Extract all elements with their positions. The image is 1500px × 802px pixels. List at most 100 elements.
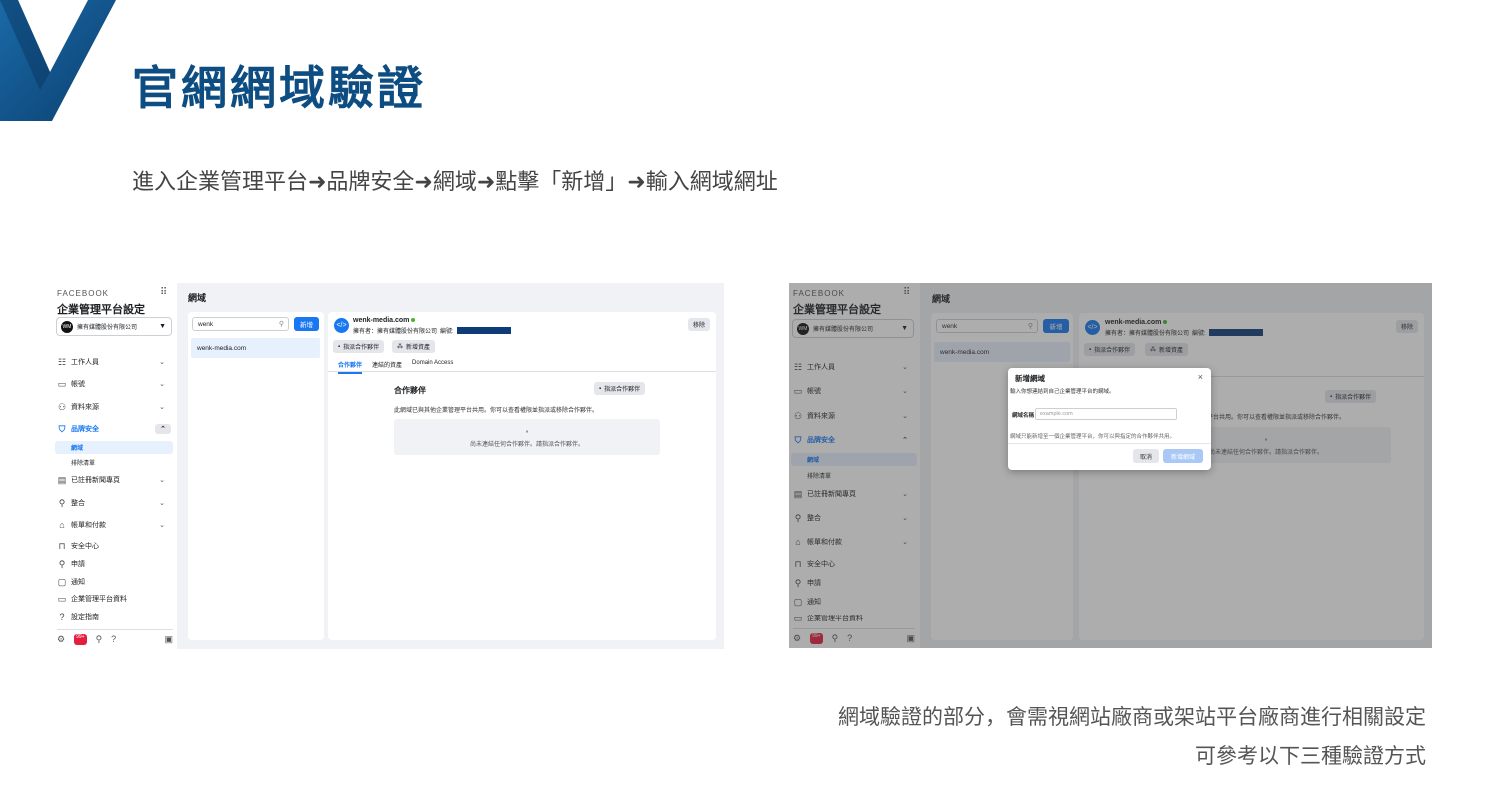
chevron-down-icon: ⌄	[159, 500, 165, 507]
chevron-down-icon: ⌄	[159, 381, 165, 388]
sidebar-item-label: 資料來源	[71, 404, 99, 411]
sidebar-item-label: 申請	[71, 561, 85, 568]
lock-icon: ⊓	[58, 540, 66, 551]
chevron-down-icon: ⌄	[159, 359, 165, 366]
briefcase-icon: ▪	[338, 343, 341, 350]
search-icon[interactable]: ⚲	[96, 634, 103, 645]
collapse-icon[interactable]: ▣	[164, 634, 173, 645]
partners-section-title: 合作夥伴	[394, 386, 426, 395]
owner-label: 擁有者：擁有媒體股份有限公司	[353, 329, 438, 335]
sidebar-sub-block-lists[interactable]: 排除清單	[55, 456, 173, 469]
user-add-icon: ⚲	[58, 558, 66, 569]
assign-partner-button[interactable]: ▪ 指派合作夥伴	[333, 340, 385, 353]
account-name: 擁有媒體股份有限公司	[77, 325, 138, 331]
empty-partners-box: ▪ 尚未連結任何合作夥伴。請指派合作夥伴。	[394, 419, 660, 455]
store-icon: ▭	[57, 378, 67, 389]
briefcase-icon: ▪	[525, 426, 529, 436]
users-icon: ⚇	[57, 401, 67, 412]
redacted-id	[456, 327, 511, 334]
account-selector[interactable]: WM 擁有媒體股份有限公司 ▼	[56, 317, 172, 336]
button-label: 指派合作夥伴	[604, 387, 641, 393]
screenshot-add-domain-modal: FACEBOOK 企業管理平台設定 ⠿ WM 擁有媒體股份有限公司 ▼ ☷ 工作人…	[789, 283, 1432, 648]
footnote-line-2: 可參考以下三種驗證方式	[1195, 744, 1426, 768]
people-icon: ☷	[57, 356, 67, 367]
clipboard-icon: ▤	[57, 474, 67, 485]
button-label: 新增資產	[406, 345, 431, 351]
domain-list-panel: wenk ⚲ 新增 wenk-media.com	[188, 312, 324, 640]
help-icon: ?	[59, 612, 65, 622]
sidebar-item-news-pages[interactable]: ▤ 已註冊新聞專頁 ⌄	[53, 475, 177, 485]
footnote-line-1: 網域驗證的部分，會需視網站廠商或架站平台廠商進行相關設定	[838, 705, 1426, 729]
domain-name-input[interactable]: example.com	[1035, 408, 1177, 420]
domain-name-label: 網域名稱	[1012, 413, 1035, 419]
nodes-icon: ⚲	[58, 497, 66, 508]
briefcase-icon: ▭	[57, 593, 67, 604]
modal-note: 網域只能新增至一個企業管理平台，你可以與指定的合作夥伴共用。	[1010, 434, 1176, 440]
sidebar-item-people[interactable]: ☷ 工作人員 ⌄	[53, 357, 177, 367]
domain-list-item[interactable]: wenk-media.com	[191, 338, 320, 358]
modal-intro: 輸入你想連結到自己企業管理平台的網域。	[1010, 389, 1115, 395]
chevron-down-icon: ⌄	[159, 404, 165, 411]
button-label: 指派合作夥伴	[343, 345, 380, 351]
sidebar-item-integrations[interactable]: ⚲ 整合 ⌄	[53, 498, 177, 508]
account-logo: WM	[61, 320, 73, 333]
footnote: 網域驗證的部分，會需視網站廠商或架站平台廠商進行相關設定 可參考以下三種驗證方式	[838, 698, 1426, 776]
add-asset-button[interactable]: ⁂ 新增資產	[392, 340, 436, 353]
empty-state-text: 尚未連結任何合作夥伴。請指派合作夥伴。	[469, 441, 584, 448]
bell-icon: ▢	[57, 576, 67, 587]
slide-title: 官網網域驗證	[132, 61, 426, 115]
help-icon[interactable]: ?	[111, 634, 116, 645]
briefcase-icon: ▪	[599, 385, 602, 392]
domain-name-text: wenk-media.com	[353, 317, 410, 324]
shield-icon: ⛉	[58, 423, 66, 434]
cancel-button[interactable]: 取消	[1133, 449, 1159, 463]
domain-owner: 擁有者：擁有媒體股份有限公司 編號:	[353, 326, 511, 335]
domain-name: wenk-media.com	[353, 317, 416, 324]
sidebar-item-billing[interactable]: ⌂ 帳單和付款 ⌄	[53, 520, 177, 530]
business-manager-title: 企業管理平台設定	[57, 304, 145, 316]
page-title: 網域	[188, 293, 207, 303]
sidebar-item-label: 整合	[71, 500, 85, 507]
slide-subtitle: 進入企業管理平台➜品牌安全➜網域➜點擊「新增」➜輸入網域網址	[132, 170, 778, 195]
verified-dot-icon	[411, 318, 416, 323]
add-domain-button[interactable]: 新增	[294, 317, 319, 331]
close-icon[interactable]: ×	[1198, 372, 1203, 382]
sidebar-item-label: 安全中心	[71, 543, 99, 550]
sidebar-item-brand-safety[interactable]: ⛉ 品牌安全 ⌃	[53, 424, 177, 434]
apps-grid-icon[interactable]: ⠿	[160, 287, 167, 298]
chevron-down-icon: ⌄	[159, 477, 165, 484]
sidebar-item-label: 帳單和付款	[71, 522, 106, 529]
code-icon: </>	[334, 318, 349, 333]
modal-divider	[1008, 443, 1211, 444]
search-icon: ⚲	[278, 321, 284, 328]
sidebar-footer-icons: ⚙ 99+ ⚲ ? ▣	[57, 629, 173, 645]
owner-id-label: 編號:	[440, 329, 454, 335]
facebook-label: FACEBOOK	[57, 289, 110, 298]
submit-add-domain-button[interactable]: 新增網域	[1163, 449, 1203, 463]
tabs-divider	[328, 371, 716, 372]
search-input[interactable]: wenk ⚲	[192, 317, 289, 331]
slide: 官網網域驗證 進入企業管理平台➜品牌安全➜網域➜點擊「新增」➜輸入網域網址 FA…	[0, 0, 1500, 802]
sidebar-item-data-sources[interactable]: ⚇ 資料來源 ⌄	[53, 402, 177, 412]
gear-icon[interactable]: ⚙	[57, 634, 65, 645]
screenshot-domains-page: FACEBOOK 企業管理平台設定 ⠿ WM 擁有媒體股份有限公司 ▼ ☷ 工作人…	[53, 283, 724, 649]
sidebar-item-business-info[interactable]: ▭ 企業管理平台資料	[53, 594, 177, 604]
partners-assign-button[interactable]: ▪ 指派合作夥伴	[594, 382, 646, 395]
bank-icon: ⌂	[59, 520, 65, 530]
sidebar: FACEBOOK 企業管理平台設定 ⠿ WM 擁有媒體股份有限公司 ▼ ☷ 工作人…	[53, 283, 177, 649]
sidebar-item-accounts[interactable]: ▭ 帳號 ⌄	[53, 379, 177, 389]
sidebar-item-requests[interactable]: ⚲ 申請	[53, 559, 177, 569]
sidebar-sub-domains[interactable]: 網域	[55, 441, 173, 454]
notification-badge[interactable]: 99+	[74, 634, 87, 645]
chevron-down-icon: ▼	[159, 323, 166, 330]
sidebar-item-label: 帳號	[71, 381, 85, 388]
sidebar-item-notifications[interactable]: ▢ 通知	[53, 577, 177, 587]
nodes-icon: ⁂	[397, 344, 403, 350]
domain-detail-panel: </> wenk-media.com 擁有者：擁有媒體股份有限公司 編號: 移除 …	[328, 312, 716, 640]
remove-button[interactable]: 移除	[687, 318, 710, 331]
sidebar-item-label: 設定指南	[71, 614, 99, 621]
sidebar-item-setup-guide[interactable]: ? 設定指南	[53, 612, 177, 622]
add-domain-modal: 新增網域 × 輸入你想連結到自己企業管理平台的網域。 網域名稱 example.…	[1008, 368, 1211, 470]
sidebar-item-label: 品牌安全	[71, 426, 99, 433]
sidebar-item-security-center[interactable]: ⊓ 安全中心	[53, 541, 177, 551]
